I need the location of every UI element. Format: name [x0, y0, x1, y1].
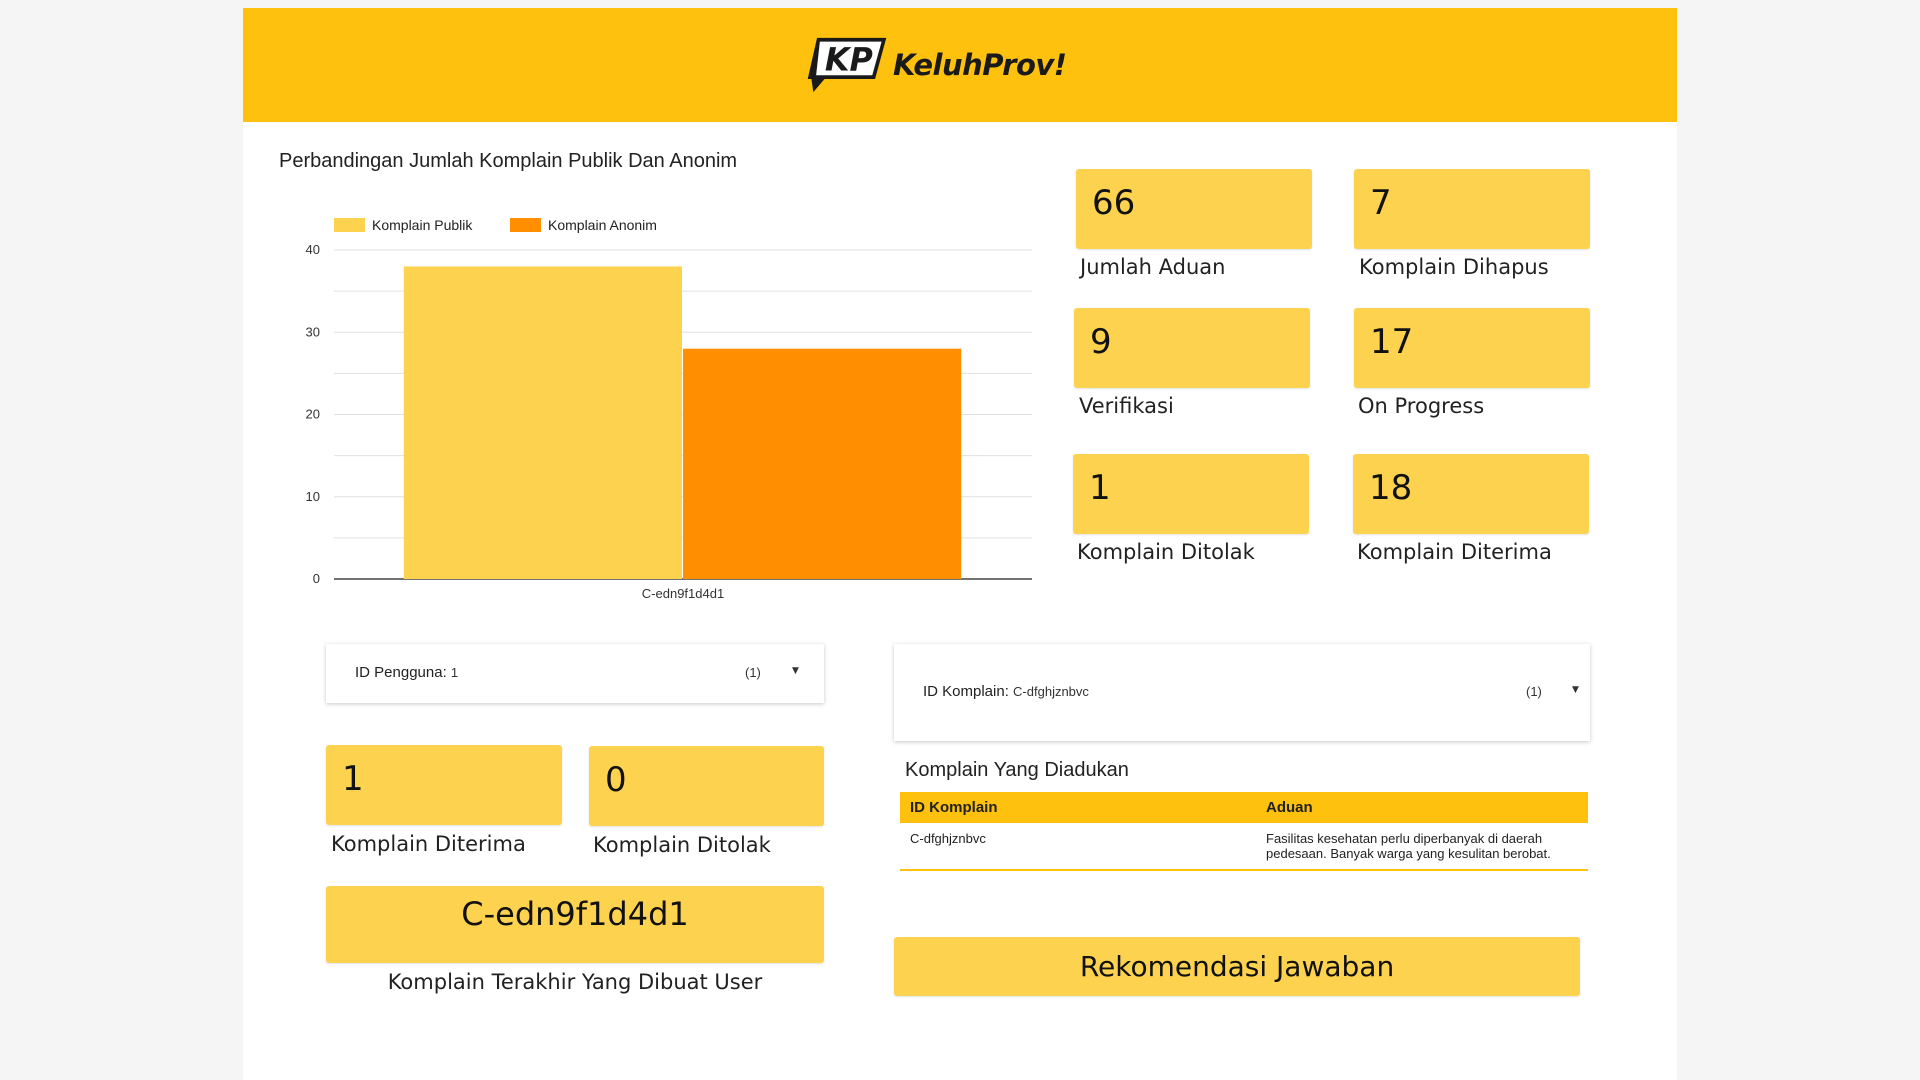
table-cell-aduan: Fasilitas kesehatan perlu diperbanyak di…	[1256, 823, 1588, 871]
bar-chart: 0 10 20 30 40 C-edn9f1d4d1 Komplain Publik Komp…	[306, 217, 1032, 601]
stat-komplain-diterima: 18	[1353, 454, 1589, 534]
table-row[interactable]: C-dfghjznbvc Fasilitas kesehatan perlu d…	[900, 823, 1588, 871]
dashboard-page: KP KeluhProv! Perbandingan Jumlah Kompla…	[243, 8, 1677, 1080]
user-komplain-diterima: 1	[326, 745, 562, 825]
app-header: KP KeluhProv!	[243, 8, 1677, 122]
recommend-answer-button[interactable]: Rekomendasi Jawaban	[894, 937, 1580, 996]
stat-jumlah-aduan: 66	[1076, 169, 1312, 249]
dropdown-caret-icon[interactable]: ▼	[792, 666, 799, 676]
stat-label: Verifikasi	[1079, 394, 1174, 418]
stat-komplain-dihapus: 7	[1354, 169, 1590, 249]
legend-label: Komplain Publik	[372, 217, 473, 233]
chart-title: Perbandingan Jumlah Komplain Publik Dan …	[279, 150, 738, 172]
stat-label: Komplain Ditolak	[1077, 540, 1255, 564]
legend-swatch	[510, 218, 541, 232]
y-tick-label: 0	[313, 571, 320, 586]
app-logo[interactable]: KP KeluhProv!	[805, 30, 1067, 100]
y-tick-label: 40	[306, 242, 320, 257]
stat-value: 0	[605, 760, 627, 800]
legend-label: Komplain Anonim	[548, 217, 657, 233]
stat-label: Jumlah Aduan	[1080, 255, 1226, 279]
user-id-count: (1)	[745, 665, 761, 680]
stat-value: 9	[1090, 322, 1112, 362]
logo-text: KeluhProv!	[893, 48, 1067, 82]
stat-label: Komplain Ditolak	[593, 833, 771, 857]
last-complaint-box: C-edn9f1d4d1	[326, 886, 824, 963]
stat-value: 66	[1092, 183, 1136, 223]
dropdown-caret-icon[interactable]: ▼	[1572, 685, 1579, 695]
stat-value: 7	[1370, 183, 1392, 223]
stat-value: 1	[1089, 468, 1111, 508]
stat-label: On Progress	[1358, 394, 1485, 418]
logo-badge-icon: KP	[807, 37, 887, 93]
stat-label: Komplain Diterima	[331, 832, 526, 856]
table-header-row: ID Komplain Aduan	[900, 792, 1588, 823]
column-header[interactable]: Aduan	[1256, 792, 1588, 823]
y-tick-label: 30	[306, 324, 320, 339]
bar-komplain-anonim	[683, 348, 962, 579]
complaint-id-count: (1)	[1526, 684, 1542, 699]
user-komplain-ditolak: 0	[589, 746, 824, 826]
y-tick-label: 10	[306, 489, 320, 504]
complaint-id-filter[interactable]: ID Komplain: C-dfghjznbvc (1) ▼	[894, 644, 1590, 741]
complaints-table: ID Komplain Aduan C-dfghjznbvc Fasilitas…	[900, 792, 1588, 871]
x-tick-label: C-edn9f1d4d1	[642, 586, 724, 601]
stat-verifikasi: 9	[1074, 308, 1310, 388]
user-id-filter[interactable]: ID Pengguna: 1 (1) ▼	[326, 644, 824, 703]
stat-value: 1	[342, 759, 364, 799]
bar-komplain-publik	[403, 266, 682, 579]
stat-value: 17	[1370, 322, 1414, 362]
stat-komplain-ditolak: 1	[1073, 454, 1309, 534]
stat-value: 18	[1369, 468, 1413, 508]
table-cell-id: C-dfghjznbvc	[900, 823, 1256, 871]
last-complaint-id: C-edn9f1d4d1	[461, 895, 689, 933]
stat-label: Komplain Diterima	[1357, 540, 1552, 564]
legend-swatch	[334, 218, 365, 232]
complaints-table-title: Komplain Yang Diadukan	[905, 759, 1129, 781]
complaint-id-label: ID Komplain: C-dfghjznbvc	[923, 683, 1089, 700]
stat-label: Komplain Dihapus	[1359, 255, 1549, 279]
stat-on-progress: 17	[1354, 308, 1590, 388]
svg-text:KP: KP	[825, 42, 873, 79]
column-header[interactable]: ID Komplain	[900, 792, 1256, 823]
last-complaint-label: Komplain Terakhir Yang Dibuat User	[387, 970, 763, 994]
user-id-label: ID Pengguna: 1	[355, 664, 459, 681]
y-tick-label: 20	[306, 407, 320, 422]
